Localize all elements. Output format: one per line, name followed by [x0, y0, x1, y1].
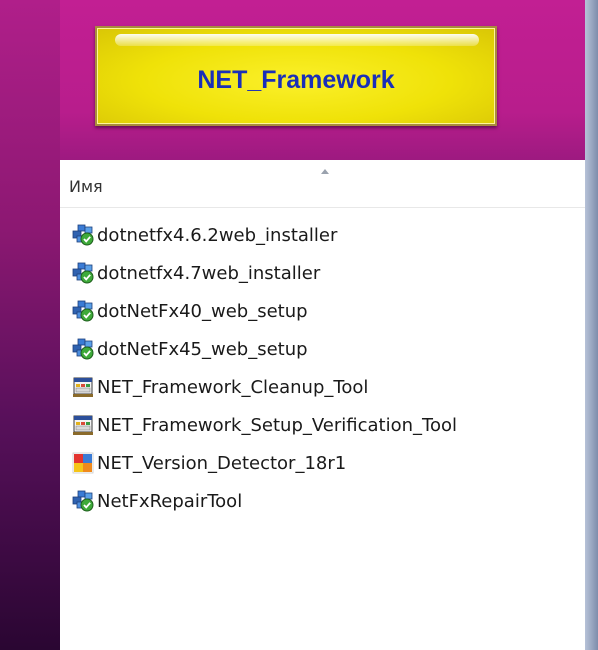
file-item[interactable]: NetFxRepairTool [60, 482, 585, 520]
file-item[interactable]: dotnetfx4.6.2web_installer [60, 216, 585, 254]
tool-app-icon [72, 414, 94, 436]
installer-icon [72, 490, 94, 512]
tool-app-icon [72, 376, 94, 398]
installer-icon [72, 224, 94, 246]
title-banner: NET_Framework [95, 26, 497, 126]
file-name: dotNetFx45_web_setup [97, 338, 308, 360]
file-name: NET_Version_Detector_18r1 [97, 452, 347, 474]
installer-icon [72, 262, 94, 284]
banner-gloss [115, 34, 479, 46]
file-list: dotnetfx4.6.2web_installer dotnetfx4.7we… [60, 216, 585, 520]
file-item[interactable]: dotNetFx40_web_setup [60, 292, 585, 330]
file-name: dotnetfx4.7web_installer [97, 262, 321, 284]
detector-app-icon [72, 452, 94, 474]
file-name: dotNetFx40_web_setup [97, 300, 308, 322]
file-explorer-pane: Имя dotnetfx4.6.2web_installer dotnetfx4… [60, 160, 585, 650]
file-item[interactable]: NET_Framework_Setup_Verification_Tool [60, 406, 585, 444]
file-name: NET_Framework_Cleanup_Tool [97, 376, 369, 398]
sort-ascending-icon[interactable] [321, 169, 329, 174]
file-name: NET_Framework_Setup_Verification_Tool [97, 414, 457, 436]
window-edge [585, 0, 598, 650]
file-item[interactable]: NET_Version_Detector_18r1 [60, 444, 585, 482]
file-item[interactable]: NET_Framework_Cleanup_Tool [60, 368, 585, 406]
column-name-label[interactable]: Имя [69, 177, 103, 196]
column-header[interactable]: Имя [60, 160, 585, 208]
installer-icon [72, 338, 94, 360]
file-name: NetFxRepairTool [97, 490, 243, 512]
file-item[interactable]: dotnetfx4.7web_installer [60, 254, 585, 292]
file-name: dotnetfx4.6.2web_installer [97, 224, 338, 246]
left-background [0, 0, 60, 650]
file-item[interactable]: dotNetFx45_web_setup [60, 330, 585, 368]
banner-title: NET_Framework [197, 65, 395, 94]
installer-icon [72, 300, 94, 322]
